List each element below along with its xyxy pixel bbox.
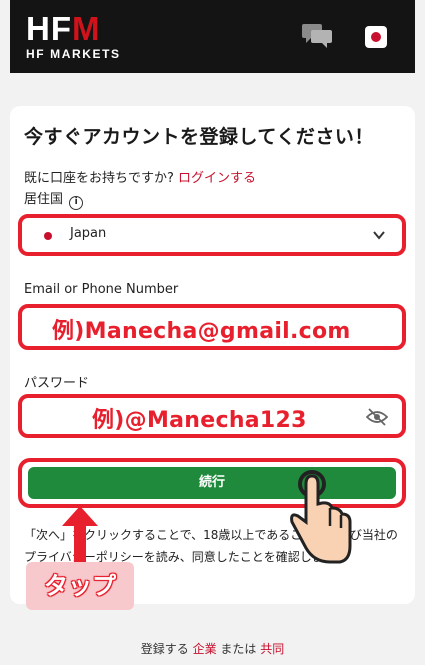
login-link[interactable]: ログインする (178, 171, 256, 186)
page-title: 今すぐアカウントを登録してください！ (24, 126, 374, 148)
email-label: Email or Phone Number (24, 282, 179, 297)
corporate-link[interactable]: 企業 (193, 642, 217, 656)
residence-label: 居住国 (24, 192, 64, 207)
joint-link[interactable]: 共同 (260, 642, 284, 656)
footer-line: 登録する 企業 または 共同 (0, 640, 425, 657)
tap-annotation: タップ (26, 562, 134, 610)
password-input[interactable]: 例)@Manecha123 (18, 394, 406, 438)
chat-icon[interactable] (302, 24, 332, 48)
hfm-logo[interactable]: HFM HF MARKETS (26, 12, 121, 61)
logo-sub: HF MARKETS (26, 47, 121, 61)
login-prompt-line: 既に口座をお持ちですか? ログインする (24, 167, 256, 186)
logo-main: HFM (26, 10, 101, 47)
email-example: 例)Manecha@gmail.com (52, 319, 351, 344)
footer-prefix: 登録する (140, 642, 189, 656)
eye-slash-icon[interactable] (366, 408, 388, 426)
arrow-up-icon (62, 506, 98, 566)
password-label: パスワード (24, 376, 90, 391)
email-input[interactable]: 例)Manecha@gmail.com (18, 304, 406, 350)
country-select[interactable]: Japan (18, 214, 406, 256)
country-value: Japan (70, 226, 107, 241)
japan-flag-icon[interactable] (365, 26, 387, 48)
chevron-down-icon (373, 231, 385, 240)
residence-label-row: 居住国 i (24, 188, 84, 210)
header-bar: HFM HF MARKETS (10, 0, 415, 73)
info-icon[interactable]: i (69, 196, 84, 210)
login-prompt: 既に口座をお持ちですか? (24, 171, 174, 186)
hand-pointer-icon (290, 470, 352, 564)
country-flag-dot (44, 232, 52, 240)
password-example: 例)@Manecha123 (92, 408, 307, 433)
footer-middle: または (220, 642, 257, 656)
